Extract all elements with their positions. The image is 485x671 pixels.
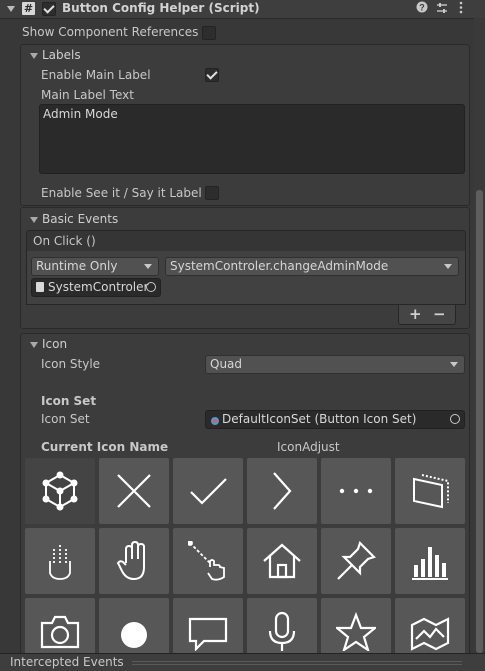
icon-tile-close[interactable] <box>99 458 169 524</box>
icon-tile-hand-pointer[interactable] <box>173 528 243 594</box>
icon-tile-hologram[interactable] <box>395 458 465 524</box>
enable-main-label-label: Enable Main Label <box>41 68 151 82</box>
icon-tile-pin[interactable] <box>321 528 391 594</box>
icon-tile-map[interactable] <box>395 598 465 653</box>
on-click-event-label: On Click () <box>33 234 96 248</box>
camera-icon <box>40 615 80 649</box>
chevron-down-icon <box>144 264 152 269</box>
icon-tile-microphone[interactable] <box>247 598 317 653</box>
preset-icon[interactable] <box>436 2 448 17</box>
intercepted-events-label: Intercepted Events <box>10 655 124 669</box>
enable-see-it-say-it-checkbox[interactable] <box>205 186 219 200</box>
icon-tile-hand[interactable] <box>99 528 169 594</box>
foldout-arrow-icon <box>30 216 38 223</box>
icon-tile-chevron-right[interactable] <box>247 458 317 524</box>
icon-style-dropdown[interactable]: Quad <box>205 355 465 374</box>
more-icon <box>339 488 373 494</box>
icon-tile-camera[interactable] <box>25 598 95 653</box>
enable-see-it-say-it-label: Enable See it / Say it Label <box>41 186 202 200</box>
icon-grid <box>25 458 467 653</box>
home-icon <box>263 543 301 579</box>
check-icon <box>190 478 227 505</box>
microphone-icon <box>268 611 296 651</box>
pin-icon <box>337 541 376 580</box>
target-object-value: SystemControler <box>48 280 149 294</box>
runtime-mode-value: Runtime Only <box>36 259 118 273</box>
method-value: SystemControler.changeAdminMode <box>170 259 389 273</box>
icon-set-header: Icon Set <box>41 394 97 408</box>
foldout-arrow-icon[interactable] <box>7 6 15 12</box>
icon-set-value: DefaultIconSet (Button Icon Set) <box>222 412 417 426</box>
script-icon: # <box>22 2 35 15</box>
bar-chart-icon <box>412 547 448 580</box>
hand-ray-icon <box>49 543 71 580</box>
icon-tile-circle[interactable] <box>99 598 169 653</box>
remove-listener-button[interactable]: − <box>433 305 446 323</box>
help-icon[interactable]: ? <box>416 1 428 16</box>
adjust-cube-icon <box>42 471 78 511</box>
icon-style-label: Icon Style <box>41 357 101 371</box>
icon-tile-check[interactable] <box>173 458 243 524</box>
scrollbar-thumb[interactable] <box>476 190 483 653</box>
hand-icon <box>116 541 145 581</box>
current-icon-name-value: IconAdjust <box>277 440 340 454</box>
circle-icon <box>121 622 147 648</box>
intercepted-events-bar[interactable]: Intercepted Events <box>0 653 485 671</box>
icon-tile-bar-chart[interactable] <box>395 528 465 594</box>
hologram-icon <box>413 474 449 509</box>
add-listener-button[interactable]: + <box>409 305 422 323</box>
event-list-footer: + − <box>398 305 456 325</box>
target-object-field[interactable]: SystemControler <box>31 278 161 297</box>
runtime-mode-dropdown[interactable]: Runtime Only <box>31 257 159 276</box>
foldout-arrow-icon <box>30 52 38 59</box>
svg-text:?: ? <box>419 3 425 13</box>
close-icon <box>117 474 151 508</box>
basic-events-foldout[interactable]: Basic Events <box>30 212 118 226</box>
divider <box>132 661 462 662</box>
divider <box>132 664 462 665</box>
icon-tile-adjust[interactable] <box>25 458 95 524</box>
icon-tile-hand-ray[interactable] <box>25 528 95 594</box>
main-label-text-field[interactable]: Admin Mode <box>39 104 465 174</box>
chevron-down-icon <box>444 264 452 269</box>
current-icon-name-label: Current Icon Name <box>41 440 169 454</box>
chevron-right-icon <box>273 472 292 510</box>
component-enabled-checkbox[interactable] <box>42 2 56 16</box>
component-header: # Button Config Helper (Script) ? <box>0 0 485 19</box>
show-component-references-label: Show Component References <box>22 25 199 39</box>
show-component-references-checkbox[interactable] <box>202 26 216 40</box>
object-picker-icon[interactable] <box>450 414 460 424</box>
labels-foldout-title: Labels <box>42 48 81 62</box>
icon-style-value: Quad <box>210 357 243 371</box>
context-menu-icon[interactable] <box>459 1 463 17</box>
icon-tile-star[interactable] <box>321 598 391 653</box>
chevron-down-icon <box>450 362 458 367</box>
object-picker-icon[interactable] <box>146 282 156 292</box>
basic-events-title: Basic Events <box>42 212 119 226</box>
vertical-scrollbar[interactable] <box>474 18 485 653</box>
speech-bubble-icon <box>188 617 228 651</box>
icon-tile-home[interactable] <box>247 528 317 594</box>
icon-foldout[interactable]: Icon <box>30 337 67 351</box>
star-icon <box>336 611 376 651</box>
map-icon <box>410 617 450 651</box>
icon-foldout-title: Icon <box>42 337 68 351</box>
main-label-text-value: Admin Mode <box>43 107 118 121</box>
icon-tile-speech-bubble[interactable] <box>173 598 243 653</box>
on-click-event-header: On Click () <box>26 230 466 252</box>
hand-pointer-icon <box>188 541 225 581</box>
script-file-icon <box>36 282 44 292</box>
foldout-arrow-icon <box>30 341 38 348</box>
icon-tile-more[interactable] <box>321 458 391 524</box>
main-label-text-label: Main Label Text <box>41 88 134 102</box>
labels-foldout[interactable]: Labels <box>30 48 81 62</box>
component-title: Button Config Helper (Script) <box>62 1 260 15</box>
icon-set-field[interactable]: DefaultIconSet (Button Icon Set) <box>205 410 465 429</box>
icon-set-asset-icon <box>210 415 220 429</box>
icon-set-label: Icon Set <box>41 412 90 426</box>
enable-main-label-checkbox[interactable] <box>205 68 219 82</box>
method-dropdown[interactable]: SystemControler.changeAdminMode <box>165 257 459 276</box>
